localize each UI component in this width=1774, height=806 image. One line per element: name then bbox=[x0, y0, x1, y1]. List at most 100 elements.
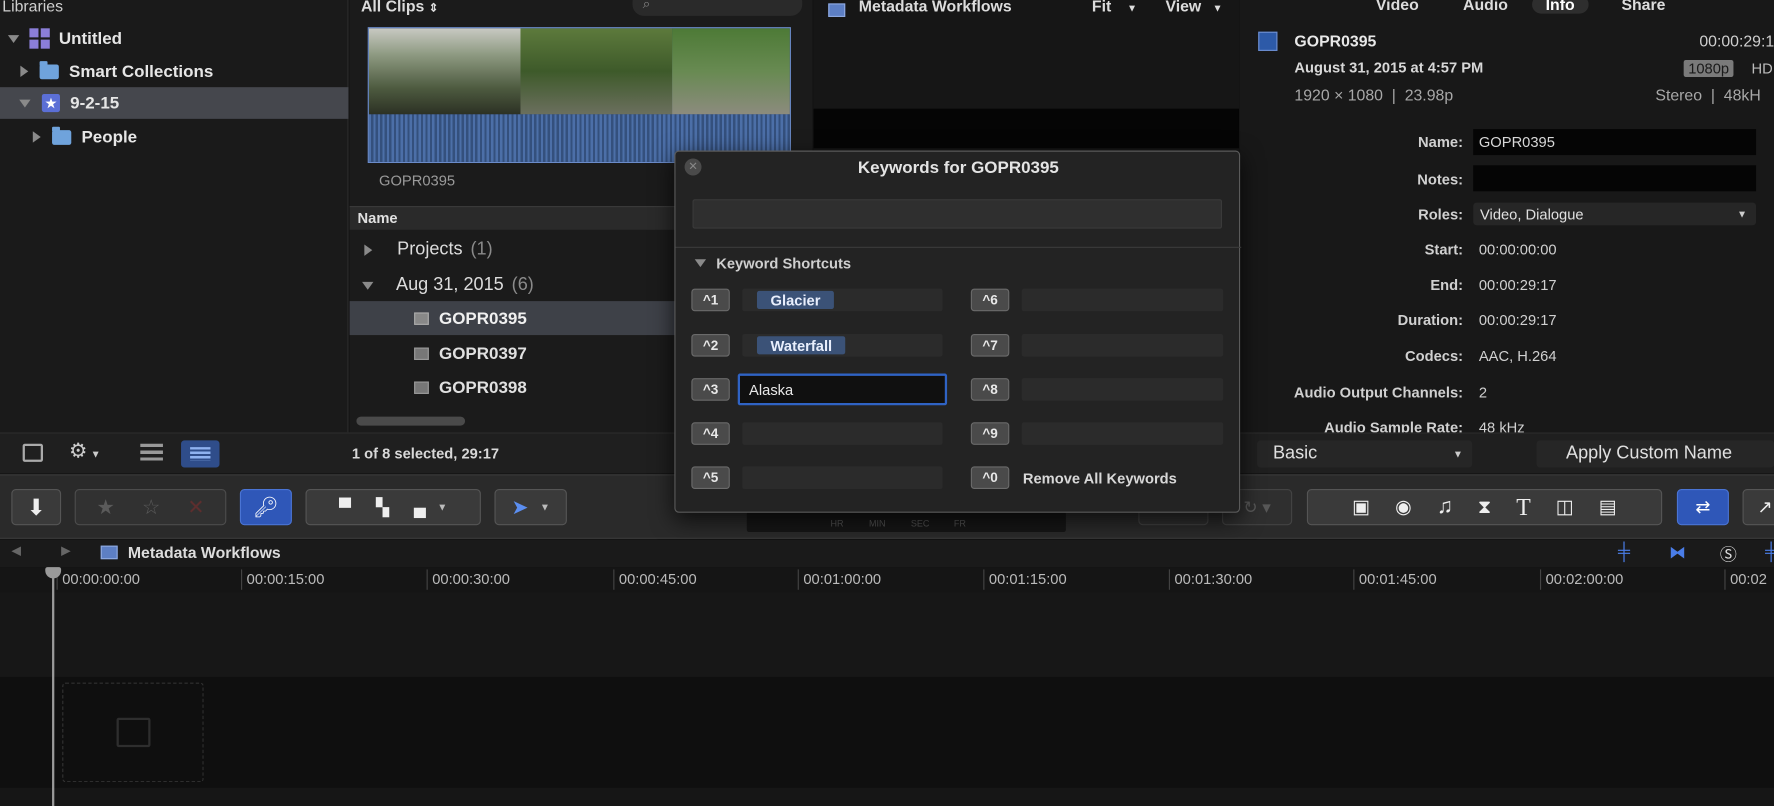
generators-icon[interactable]: ◫ bbox=[1556, 496, 1574, 519]
shortcut-key-6[interactable]: ^6 bbox=[970, 288, 1010, 312]
filmstrip-thumbnail[interactable] bbox=[367, 27, 791, 164]
sidebar-item-people[interactable]: People bbox=[0, 121, 349, 153]
inspector-audio-info: Stereo | 48kH bbox=[1655, 86, 1761, 105]
gear-icon[interactable]: ⚙ ▼ bbox=[69, 439, 101, 463]
insert-clip-icon[interactable]: ▚ bbox=[376, 497, 389, 517]
inspector-bottom-bar: Basic ▼ Apply Custom Name bbox=[1240, 432, 1774, 474]
select-tool-button[interactable]: ➤ ▼ bbox=[494, 489, 567, 526]
notes-field[interactable] bbox=[1473, 165, 1757, 192]
primary-storyline[interactable] bbox=[0, 676, 1774, 788]
keywords-token-field[interactable] bbox=[692, 199, 1223, 229]
empty-storyline-placeholder[interactable] bbox=[62, 682, 204, 783]
share-icon: ↗ bbox=[1757, 498, 1773, 518]
sidebar-item-smart-collections[interactable]: Smart Collections bbox=[0, 55, 349, 87]
unrate-star-icon[interactable]: ☆ bbox=[142, 495, 160, 519]
forward-arrow-icon[interactable]: ▶ bbox=[61, 543, 71, 558]
list-view-icon[interactable] bbox=[181, 440, 220, 468]
back-arrow-icon[interactable]: ◀ bbox=[11, 543, 21, 558]
favorite-star-icon[interactable]: ★ bbox=[97, 495, 115, 519]
shortcut-key-1[interactable]: ^1 bbox=[691, 288, 730, 312]
playhead[interactable] bbox=[52, 569, 55, 806]
shortcut-field-4[interactable] bbox=[742, 422, 943, 445]
skimming-icon[interactable]: ╪ bbox=[1618, 542, 1630, 561]
themes-icon[interactable]: ▤ bbox=[1599, 496, 1617, 519]
disclosure-open-icon[interactable] bbox=[7, 34, 20, 43]
roles-popup[interactable]: Video, Dialogue ▼ bbox=[1473, 202, 1757, 226]
name-field[interactable]: GOPR0395 bbox=[1473, 129, 1757, 156]
titles-icon[interactable]: T bbox=[1516, 493, 1531, 521]
library-toggle-icon[interactable] bbox=[22, 443, 43, 462]
video-frame bbox=[520, 28, 673, 115]
shortcut-field-5[interactable] bbox=[742, 466, 943, 490]
clip-label: GOPR0397 bbox=[439, 343, 527, 363]
shortcut-key-2[interactable]: ^2 bbox=[691, 333, 730, 357]
shortcut-key-4[interactable]: ^4 bbox=[691, 422, 730, 445]
shortcut-field-3-active[interactable]: Alaska bbox=[737, 373, 948, 406]
append-clip-icon[interactable]: ▄ bbox=[414, 498, 426, 517]
filmstrip-label: GOPR0395 bbox=[379, 172, 456, 190]
chevron-down-icon[interactable]: ▼ bbox=[437, 501, 447, 512]
keyword-tag-glacier[interactable]: Glacier bbox=[756, 290, 835, 310]
libraries-sidebar: Libraries Untitled Smart Collections ★ 9… bbox=[0, 0, 349, 433]
connect-clip-icon[interactable]: ▀ bbox=[339, 498, 351, 517]
import-button[interactable]: ⬇ bbox=[11, 489, 62, 526]
timeline-index-button[interactable]: ⇄ bbox=[1676, 489, 1729, 526]
metadata-view-popup[interactable]: Basic ▼ bbox=[1257, 440, 1473, 468]
solo-icon[interactable]: Ⓢ bbox=[1720, 542, 1737, 566]
shortcut-field-8[interactable] bbox=[1021, 378, 1224, 401]
clip-label: GOPR0395 bbox=[439, 308, 527, 328]
info-field-start-value: 00:00:00:00 bbox=[1478, 241, 1557, 259]
keyword-tag-waterfall[interactable]: Waterfall bbox=[756, 336, 846, 355]
timecode-display[interactable]: HR MIN SEC FR bbox=[746, 511, 1066, 533]
disclosure-open-icon[interactable] bbox=[19, 99, 31, 107]
media-browser-buttons: ▣ ◉ ♫ ⧗ T ◫ ▤ bbox=[1306, 489, 1663, 526]
music-icon[interactable]: ♫ bbox=[1437, 495, 1453, 520]
timeline-bottom-area bbox=[0, 787, 1774, 806]
disclosure-closed-icon[interactable] bbox=[364, 244, 373, 256]
shortcut-key-5[interactable]: ^5 bbox=[691, 466, 730, 490]
dialog-divider bbox=[675, 246, 1242, 248]
shortcut-key-7[interactable]: ^7 bbox=[970, 333, 1010, 357]
clip-type-icon bbox=[1258, 31, 1278, 51]
transitions-icon[interactable]: ⧗ bbox=[1478, 496, 1492, 519]
shortcut-field-7[interactable] bbox=[1021, 333, 1224, 357]
disclosure-open-icon[interactable] bbox=[694, 259, 707, 268]
filmstrip-view-icon[interactable] bbox=[140, 443, 163, 462]
shortcut-key-8[interactable]: ^8 bbox=[970, 378, 1010, 401]
snapping-icon[interactable]: ╪ bbox=[1765, 542, 1774, 561]
audio-skimming-icon[interactable]: ⧓ bbox=[1669, 542, 1686, 562]
horizontal-scrollbar[interactable] bbox=[356, 416, 466, 426]
viewer-title: Metadata Workflows bbox=[858, 0, 1012, 15]
reject-x-icon[interactable]: ✕ bbox=[187, 495, 204, 519]
tab-share[interactable]: Share bbox=[1621, 0, 1665, 14]
shortcut-key-9[interactable]: ^9 bbox=[970, 422, 1010, 445]
disclosure-closed-icon[interactable] bbox=[32, 131, 41, 143]
tab-info[interactable]: Info bbox=[1532, 0, 1589, 14]
disclosure-open-icon[interactable] bbox=[362, 281, 374, 290]
share-button[interactable]: ↗ bbox=[1742, 489, 1774, 526]
photos-icon[interactable]: ◉ bbox=[1395, 496, 1412, 519]
remove-all-keywords-key[interactable]: ^0 bbox=[970, 466, 1010, 490]
ruler-tick bbox=[1353, 569, 1355, 590]
column-name-header[interactable]: Name bbox=[358, 209, 398, 226]
shortcut-field-6[interactable] bbox=[1021, 288, 1224, 312]
disclosure-closed-icon[interactable] bbox=[20, 65, 29, 77]
timeline-track-area[interactable] bbox=[0, 592, 1774, 677]
tab-audio[interactable]: Audio bbox=[1463, 0, 1508, 14]
view-menu[interactable]: View ▼ bbox=[1165, 0, 1222, 15]
tc-unit: SEC bbox=[910, 518, 930, 529]
event-9-2-15[interactable]: ★ 9-2-15 bbox=[0, 87, 349, 119]
clips-filter[interactable]: All Clips ⇕ bbox=[361, 0, 438, 15]
effects-icon[interactable]: ▣ bbox=[1352, 496, 1370, 519]
shortcut-field-9[interactable] bbox=[1021, 422, 1224, 445]
shortcut-key-3[interactable]: ^3 bbox=[691, 378, 730, 401]
tab-video[interactable]: Video bbox=[1376, 0, 1419, 14]
row-label: Aug 31, 2015 bbox=[396, 275, 504, 295]
info-field-name-label: Name: bbox=[1418, 133, 1464, 151]
ruler-label: 00:01:30:00 bbox=[1174, 570, 1253, 588]
apply-custom-name-popup[interactable]: Apply Custom Name bbox=[1536, 440, 1774, 468]
library-untitled[interactable]: Untitled bbox=[0, 23, 349, 55]
fit-menu[interactable]: Fit ▼ bbox=[1092, 0, 1137, 15]
keyword-editor-button[interactable]: 🔑︎ bbox=[239, 489, 292, 526]
browser-search-field[interactable]: ⌕ bbox=[632, 0, 803, 16]
